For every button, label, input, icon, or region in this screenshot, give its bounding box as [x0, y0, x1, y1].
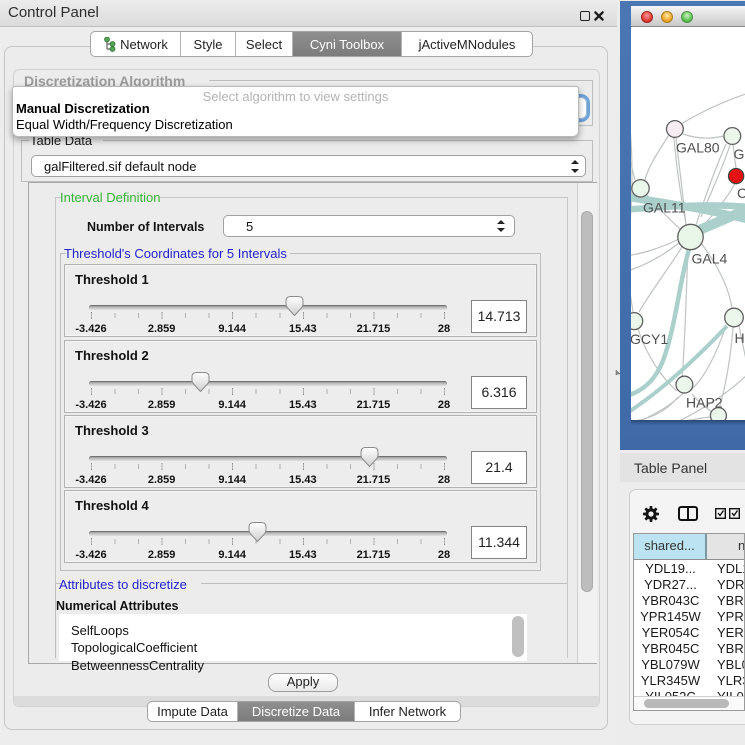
svg-text:GAL11: GAL11: [643, 200, 686, 216]
svg-text:GAL4: GAL4: [692, 251, 728, 267]
svg-text:H: H: [735, 330, 745, 346]
svg-text:GAL80: GAL80: [676, 140, 720, 156]
svg-text:C: C: [737, 185, 745, 201]
svg-text:HAP2: HAP2: [686, 395, 723, 411]
svg-text:GCY1: GCY1: [631, 331, 668, 347]
svg-text:G.: G.: [734, 146, 745, 162]
